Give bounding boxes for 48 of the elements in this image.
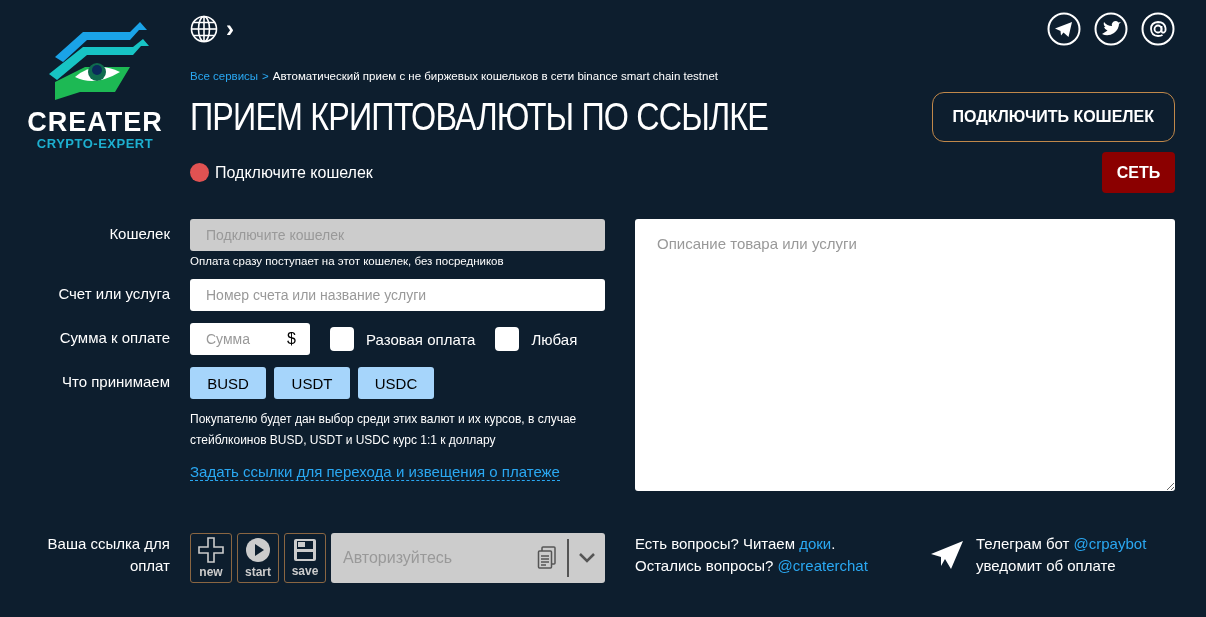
logo-tagline: CRYPTO-EXPERT [36,136,154,151]
wallet-hint: Оплата сразу поступает на этот кошелек, без посредников [190,255,505,267]
bot-link[interactable]: @crpaybot [1073,535,1147,552]
action-button[interactable]: start [237,533,279,583]
play-icon [245,537,271,563]
link-label: Ваша ссылка для оплат [46,534,170,576]
breadcrumb-current: Автоматический прием с не биржевых кошельков в сети binance smart chain testnet [272,70,719,82]
paper-plane-icon [930,540,964,570]
telegram-icon[interactable] [1047,12,1081,46]
help-text: Есть вопросы? Читаем [635,535,795,552]
globe-icon[interactable] [190,15,218,43]
currency-hint: Покупателю будет дан выбор среди этих валют и их курсов, в случае стейблкоинов BUSD, USDT и USDC курс 1:1 к доллару [190,411,578,449]
field-label: Что принимаем [60,372,170,392]
help-punctuation: . [831,535,836,552]
chat-link[interactable]: @createrchat [777,557,868,574]
bot-text: уведомит об оплате [976,557,1116,574]
field-label: Счет или услуга [57,284,170,304]
plus-icon [198,537,224,563]
language-chevron[interactable]: › [226,17,234,41]
network-button[interactable]: СЕТЬ [1102,152,1175,193]
links-toggle-link[interactable]: Задать ссылки для перехода и извещения о платеже [190,463,560,481]
logo-wordmark: CREATER [27,108,163,136]
help-text: Остались вопросы? [635,557,774,574]
checkbox-label: Любая [531,330,578,348]
email-icon[interactable] [1141,12,1175,46]
action-button[interactable]: new [190,533,232,583]
action-button[interactable]: save [284,533,326,583]
currency-toggle[interactable]: USDT [274,367,350,399]
checkbox[interactable] [495,327,520,351]
chevron-down-icon[interactable] [579,553,595,563]
checkbox[interactable] [330,327,354,351]
twitter-icon[interactable] [1094,12,1128,46]
currency-toggle[interactable]: BUSD [190,367,266,399]
currency-symbol: $ [287,330,296,348]
page-title: ПРИЕМ КРИПТОВАЛЮТЫ ПО ССЫЛКЕ [190,95,768,139]
docs-link[interactable]: доки [799,535,832,552]
status-text: Подключите кошелек [215,163,373,182]
invoice-field[interactable]: Номер счета или название услуги [190,279,605,311]
breadcrumb-link[interactable]: Все сервисы [190,70,259,82]
checkbox-label: Разовая оплата [366,330,476,348]
bot-text: Телеграм бот [976,535,1070,552]
description-field[interactable]: Описание товара или услуги [635,219,1175,491]
currency-toggle[interactable]: USDC [358,367,434,399]
copy-icon[interactable] [537,546,557,570]
breadcrumb-separator: > [262,70,269,82]
field-label: Кошелек [108,224,170,244]
connect-wallet-button[interactable]: ПОДКЛЮЧИТЬ КОШЕЛЕК [931,92,1175,142]
field-label: Сумма к оплате [58,328,170,348]
